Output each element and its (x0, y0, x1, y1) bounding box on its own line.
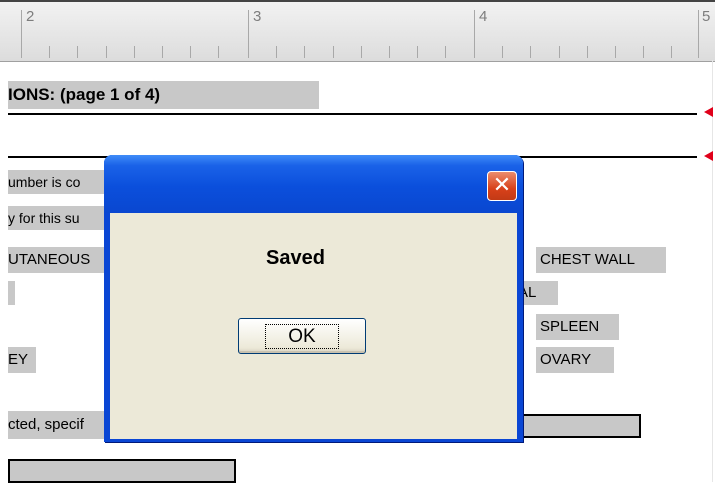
close-button[interactable]: ✕ (487, 171, 517, 201)
ruler-minor-tick (417, 46, 418, 58)
site-checkbox-chest-wall[interactable]: CHEST WALL (536, 247, 666, 273)
ruler-number: 4 (479, 8, 488, 25)
ruler-number: 2 (26, 8, 35, 25)
ruler-minor-tick (361, 46, 362, 58)
divider-line (8, 113, 697, 115)
horizontal-ruler[interactable]: 2 3 4 5 (0, 0, 715, 62)
site-checkbox-ey[interactable]: EY (8, 347, 36, 373)
ruler-minor-tick (49, 46, 50, 58)
site-checkbox-ovary[interactable]: OVARY (536, 347, 614, 373)
ruler-minor-tick (218, 46, 219, 58)
ruler-minor-tick (304, 46, 305, 58)
site-checkbox-cutaneous[interactable]: UTANEOUS (8, 247, 108, 273)
ruler-minor-tick (162, 46, 163, 58)
ruler-minor-tick (671, 46, 672, 58)
ruler-minor-tick (134, 46, 135, 58)
ruler-minor-tick (445, 46, 446, 58)
red-marker-icon (704, 107, 713, 117)
ruler-minor-tick (559, 46, 560, 58)
site-checkbox-spleen[interactable]: SPLEEN (536, 314, 619, 340)
ruler-minor-tick (502, 46, 503, 58)
ruler-major-tick (248, 10, 249, 58)
ruler-minor-tick (389, 46, 390, 58)
ruler-minor-tick (190, 46, 191, 58)
ruler-minor-tick (333, 46, 334, 58)
ruler-number: 5 (702, 8, 711, 25)
ruler-minor-tick (615, 46, 616, 58)
section-heading: IONS: (page 1 of 4) (8, 81, 319, 109)
ruler-minor-tick (643, 46, 644, 58)
site-checkbox-al[interactable]: AL (518, 281, 558, 305)
specify-label: cted, specif (8, 411, 108, 439)
text-input[interactable] (8, 459, 236, 483)
instruction-text: umber is co (8, 170, 108, 194)
saved-dialog: ✕ Saved OK (104, 155, 523, 442)
dialog-message: Saved (266, 247, 325, 269)
dialog-titlebar[interactable]: ✕ (104, 155, 523, 213)
ruler-minor-tick (587, 46, 588, 58)
ruler-major-tick (21, 10, 22, 58)
ok-button[interactable]: OK (238, 318, 366, 354)
ruler-minor-tick (106, 46, 107, 58)
ok-button-label: OK (265, 323, 339, 349)
dialog-body: Saved OK (110, 213, 517, 439)
ruler-number: 3 (253, 8, 262, 25)
red-marker-icon (704, 151, 713, 161)
ruler-major-tick (474, 10, 475, 58)
close-icon: ✕ (492, 173, 512, 198)
specify-input[interactable] (516, 414, 641, 438)
ruler-major-tick (698, 10, 699, 58)
instruction-text: y for this su (8, 206, 108, 230)
margin-guide (712, 60, 713, 482)
ruler-minor-tick (530, 46, 531, 58)
ruler-minor-tick (276, 46, 277, 58)
site-checkbox[interactable] (8, 281, 15, 305)
ruler-minor-tick (77, 46, 78, 58)
